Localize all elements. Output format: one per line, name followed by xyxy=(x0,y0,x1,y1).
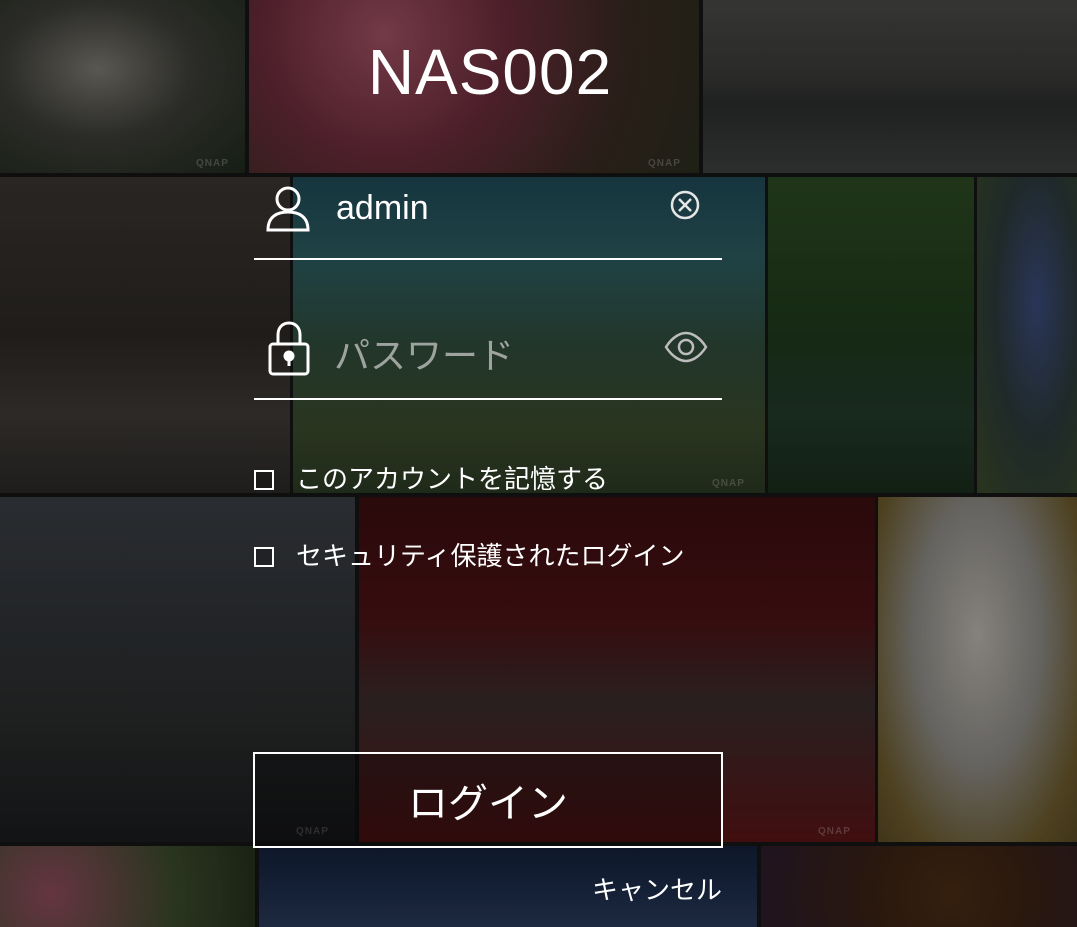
secure-login-label[interactable]: セキュリティ保護されたログイン xyxy=(296,539,684,575)
bg-tile-forest-pond xyxy=(768,177,974,493)
watermark: QNAP xyxy=(818,826,851,837)
secure-login-option[interactable]: セキュリティ保護されたログイン xyxy=(254,539,684,575)
user-icon xyxy=(264,182,316,242)
cancel-link[interactable]: キャンセル xyxy=(592,870,722,907)
nas-name-title: NAS002 xyxy=(367,36,613,108)
bg-tile-ice-cream xyxy=(878,497,1077,842)
bg-tile-harbor xyxy=(703,0,1077,173)
bg-tile-street xyxy=(0,177,290,493)
watermark: QNAP xyxy=(712,478,745,489)
eye-icon[interactable] xyxy=(664,330,708,370)
lock-icon xyxy=(264,318,316,378)
bg-tile-pink-flower xyxy=(0,846,255,927)
watermark: QNAP xyxy=(196,158,229,169)
bg-tile-agapanthus xyxy=(977,177,1077,493)
login-screen: QNAP QNAP QNAP QNAP QNAP NAS002 admin この… xyxy=(0,0,1077,927)
login-button[interactable]: ログイン xyxy=(253,752,723,848)
watermark: QNAP xyxy=(648,158,681,169)
password-field[interactable] xyxy=(254,318,722,400)
clear-icon[interactable] xyxy=(668,188,708,228)
username-field[interactable]: admin xyxy=(254,178,722,260)
username-value[interactable]: admin xyxy=(336,186,429,230)
password-input[interactable] xyxy=(334,328,654,384)
secure-login-checkbox[interactable] xyxy=(254,547,274,567)
remember-account-label[interactable]: このアカウントを記憶する xyxy=(296,462,608,498)
remember-account-option[interactable]: このアカウントを記憶する xyxy=(254,462,608,498)
remember-account-checkbox[interactable] xyxy=(254,470,274,490)
bg-tile-flower-white xyxy=(0,0,245,173)
bg-tile-food xyxy=(761,846,1077,927)
